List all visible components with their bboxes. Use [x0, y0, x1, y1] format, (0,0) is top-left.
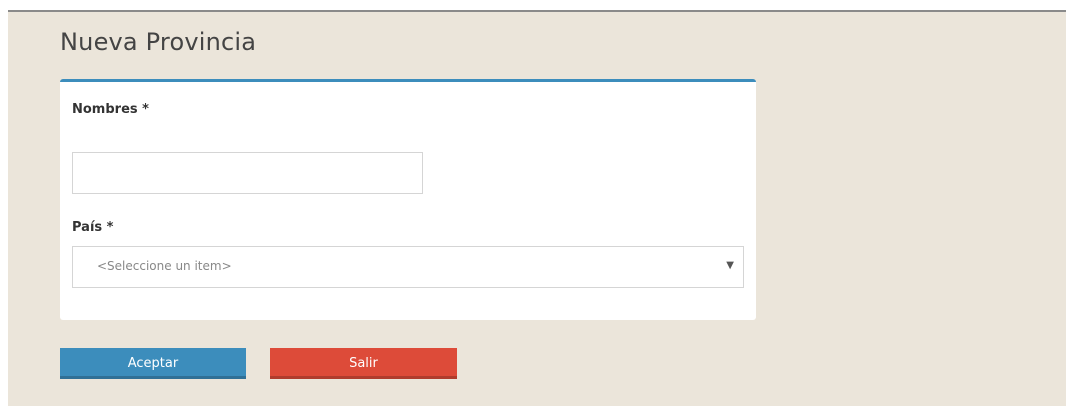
- salir-button[interactable]: Salir: [270, 348, 457, 379]
- pais-label: País *: [72, 220, 114, 235]
- caret-down-icon: ▼: [726, 260, 734, 271]
- nombres-label: Nombres *: [72, 102, 149, 117]
- page-container: Nueva Provincia Nombres * País * <Selecc…: [8, 10, 1066, 406]
- form-panel: Nombres * País * <Seleccione un item> ▼: [60, 79, 756, 320]
- aceptar-button[interactable]: Aceptar: [60, 348, 246, 379]
- pais-select[interactable]: <Seleccione un item> ▼: [72, 246, 744, 288]
- pais-select-value: <Seleccione un item>: [97, 259, 232, 273]
- page-title: Nueva Provincia: [60, 28, 257, 56]
- nombres-input[interactable]: [72, 152, 423, 194]
